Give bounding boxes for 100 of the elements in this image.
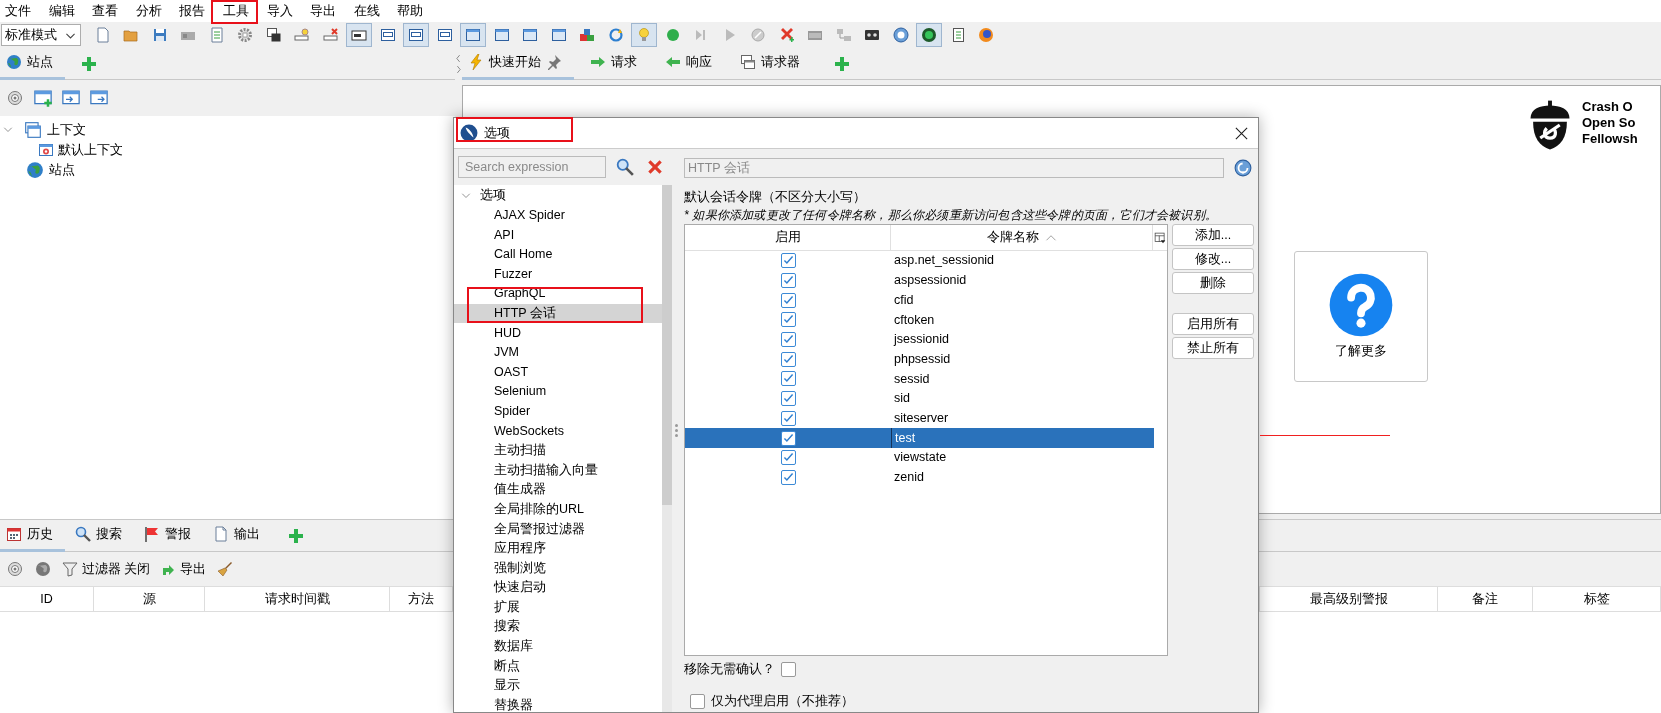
column-header[interactable]: 启用 (685, 225, 891, 250)
dialog-button[interactable]: 禁止所有 (1172, 337, 1254, 359)
learn-more-card[interactable]: 了解更多 (1294, 251, 1428, 382)
checkbox[interactable] (780, 430, 796, 446)
table-row[interactable]: jsessionid (685, 329, 1154, 350)
toolbar-button[interactable] (403, 23, 429, 47)
table-row[interactable]: cftoken (685, 310, 1154, 330)
tree-item[interactable]: Fuzzer (454, 264, 662, 284)
column-header[interactable]: 备注 (1438, 587, 1533, 611)
tree-item[interactable]: 搜索 (454, 617, 662, 637)
export-button[interactable]: 导出 (158, 559, 209, 579)
toolbar-button[interactable] (916, 23, 942, 47)
tree-item[interactable]: 替换器 (454, 695, 662, 712)
tree-item[interactable]: 值生成器 (454, 479, 662, 500)
column-header[interactable]: 请求时间戳 (205, 587, 390, 611)
tree-item[interactable]: Call Home (454, 244, 662, 265)
search-button[interactable] (614, 156, 636, 178)
dialog-button[interactable]: 添加... (1172, 224, 1254, 246)
checkbox[interactable] (780, 273, 796, 289)
checkbox[interactable] (780, 312, 796, 328)
window-add-button[interactable] (32, 87, 54, 109)
tree-item[interactable]: 断点 (454, 656, 662, 676)
column-header[interactable]: 源 (94, 587, 205, 611)
tab[interactable]: 请求 (584, 47, 649, 80)
dialog-button[interactable]: 启用所有 (1172, 313, 1254, 335)
menu-item[interactable]: 在线 (348, 1, 393, 21)
menu-item[interactable]: 文件 (0, 1, 44, 21)
table-row[interactable]: cfid (685, 290, 1154, 311)
menu-item[interactable]: 分析 (130, 1, 175, 21)
checkbox[interactable] (780, 351, 796, 367)
tab[interactable]: 输出 (207, 519, 272, 552)
table-row[interactable]: aspsessionid (685, 270, 1154, 291)
tree-item[interactable]: 选项 (480, 186, 506, 206)
menu-item[interactable]: 编辑 (43, 1, 88, 21)
table-row[interactable]: phpsessid (685, 349, 1154, 370)
menu-item[interactable]: 报告 (174, 1, 218, 21)
tree-item[interactable]: 上下文 (18, 120, 86, 140)
tree-item[interactable]: JVM (454, 342, 662, 363)
table-row[interactable]: zenid (685, 467, 1154, 488)
table-row[interactable]: sid (685, 388, 1154, 409)
tree-item[interactable]: OAST (454, 362, 662, 382)
tree-item[interactable]: 主动扫描 (454, 440, 662, 461)
column-header[interactable]: 令牌名称 (891, 225, 1153, 250)
table-row[interactable]: siteserver (685, 408, 1154, 429)
tree-item[interactable]: 数据库 (454, 636, 662, 657)
tree-item[interactable]: WebSockets (454, 421, 662, 441)
tree-item[interactable]: 应用程序 (454, 538, 662, 559)
tab[interactable]: 历史 (0, 519, 65, 552)
help-button[interactable] (1232, 157, 1254, 179)
tree-item[interactable]: API (454, 225, 662, 245)
table-row[interactable]: asp.net_sessionid (685, 251, 1154, 271)
tree-item[interactable]: 显示 (454, 675, 662, 696)
scrollbar[interactable] (662, 185, 672, 712)
tree-item[interactable]: 扩展 (454, 597, 662, 618)
filter-button[interactable]: 过滤器 关闭 (60, 559, 153, 579)
checkbox[interactable] (780, 371, 796, 387)
checkbox[interactable] (781, 661, 796, 677)
tab[interactable]: 搜索 (69, 519, 134, 552)
table-row[interactable]: viewstate (685, 447, 1154, 468)
checkbox[interactable] (780, 450, 796, 466)
tree-item[interactable]: 快速启动 (454, 577, 662, 598)
tree-item[interactable]: AJAX Spider (454, 205, 662, 226)
tab[interactable]: 警报 (138, 519, 203, 552)
tree-item[interactable]: 全局排除的URL (454, 499, 662, 520)
tree-item[interactable]: 主动扫描输入向量 (454, 460, 662, 480)
checkbox[interactable] (780, 391, 796, 407)
dialog-button[interactable]: 修改... (1172, 248, 1254, 270)
circle-icon (664, 27, 681, 43)
tree-item[interactable]: 默认上下文 (38, 140, 123, 160)
tab[interactable]: 响应 (659, 47, 724, 80)
checkbox[interactable] (780, 469, 796, 485)
search-field[interactable]: Search expression (458, 156, 606, 178)
dialog-button[interactable]: 删除 (1172, 272, 1254, 294)
tree-item[interactable]: 强制浏览 (454, 558, 662, 578)
menu-item[interactable]: 导出 (305, 1, 349, 21)
menu-item[interactable]: 查看 (87, 1, 131, 21)
checkbox[interactable] (780, 410, 796, 426)
tab[interactable]: 快速开始 (462, 47, 574, 80)
checkbox[interactable] (780, 332, 796, 348)
column-header[interactable]: ID (0, 587, 94, 611)
tree-item[interactable]: 站点 (18, 160, 75, 180)
tab[interactable]: 站点 (0, 47, 65, 80)
checkbox[interactable] (780, 292, 796, 308)
menu-item[interactable]: 工具 (217, 1, 262, 21)
tree-item[interactable]: HTTP 会话 (454, 303, 662, 324)
column-header[interactable]: 最高级别警报 (1260, 587, 1438, 611)
mode-dropdown[interactable]: 标准模式 (1, 24, 81, 46)
table-row[interactable]: test (685, 428, 1154, 448)
checkbox[interactable] (780, 253, 796, 269)
menu-item[interactable]: 帮助 (392, 1, 436, 21)
tab[interactable]: 请求器 (734, 47, 812, 80)
tree-item[interactable]: Selenium (454, 381, 662, 402)
menu-item[interactable]: 导入 (261, 1, 306, 21)
tree-item[interactable]: Spider (454, 401, 662, 422)
table-row[interactable]: sessid (685, 369, 1154, 389)
tree-item[interactable]: HUD (454, 323, 662, 343)
toolbar-button[interactable] (346, 23, 372, 47)
column-header[interactable]: 标签 (1533, 587, 1661, 611)
checkbox[interactable] (690, 693, 705, 709)
tree-item[interactable]: 全局警报过滤器 (454, 519, 662, 539)
